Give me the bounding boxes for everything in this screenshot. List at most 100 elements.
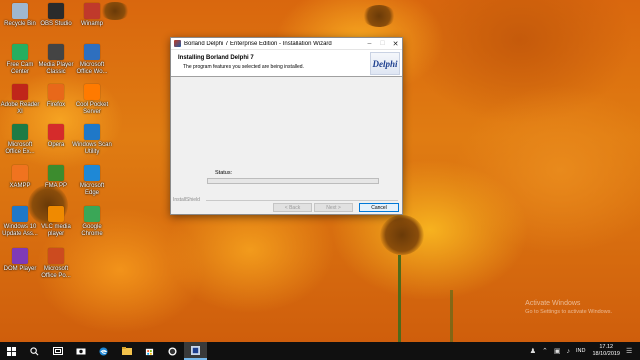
desktop-app-icon bbox=[84, 3, 100, 19]
desktop-icon[interactable]: Adobe Reader XI bbox=[0, 84, 40, 116]
desktop-icon[interactable]: Free Cam Center bbox=[0, 44, 40, 76]
header-banner: Installing Borland Delphi 7 The program … bbox=[171, 50, 402, 77]
desktop-icon-label: FMA PP bbox=[44, 183, 67, 189]
task-view-icon[interactable] bbox=[46, 342, 69, 360]
desktop-app-icon bbox=[48, 165, 64, 181]
desktop-icon[interactable]: Firefox bbox=[36, 84, 76, 109]
desktop-app-icon bbox=[12, 44, 28, 60]
installer-body: Status: bbox=[171, 77, 402, 200]
flower-stem bbox=[398, 255, 401, 342]
desktop-icon[interactable]: Microsoft Office Ex... bbox=[0, 124, 40, 156]
desktop-icon-label: Microsoft Office Ex... bbox=[5, 142, 35, 155]
install-heading: Installing Borland Delphi 7 bbox=[178, 55, 254, 61]
desktop-icon[interactable]: Opera bbox=[36, 124, 76, 149]
desktop-app-icon bbox=[12, 165, 28, 181]
desktop-icon[interactable]: Windows Scan Utility bbox=[72, 124, 112, 156]
desktop-icon-label: DOM Player bbox=[3, 266, 37, 272]
desktop-app-icon bbox=[12, 3, 28, 19]
search-icon[interactable] bbox=[23, 342, 46, 360]
next-button[interactable]: Next > bbox=[314, 203, 353, 212]
desktop-app-icon bbox=[12, 206, 28, 222]
installshield-brand: InstallShield bbox=[173, 197, 201, 203]
desktop-icon[interactable]: Microsoft Office Po... bbox=[36, 248, 76, 280]
desktop-app-icon bbox=[12, 124, 28, 140]
desktop-icon-label: Opera bbox=[47, 142, 65, 148]
desktop-icon[interactable]: VLC media player bbox=[36, 206, 76, 238]
desktop-icon-label: Microsoft Office Wo... bbox=[76, 62, 108, 75]
minimize-button[interactable]: – bbox=[363, 38, 376, 50]
app-icon bbox=[174, 40, 181, 47]
desktop-app-icon bbox=[84, 84, 100, 100]
desktop-icon-label: Cool Pocket Server bbox=[75, 102, 109, 115]
desktop-icon[interactable]: XAMPP bbox=[0, 165, 40, 190]
cancel-button[interactable]: Cancel bbox=[359, 203, 399, 212]
back-button[interactable]: < Back bbox=[273, 203, 312, 212]
flower-center bbox=[380, 215, 424, 255]
notification-icon[interactable]: ☰ bbox=[626, 347, 636, 355]
language-indicator[interactable]: IND bbox=[576, 348, 585, 354]
chevron-up-icon[interactable]: ⌃ bbox=[542, 347, 548, 355]
desktop-app-icon bbox=[84, 44, 100, 60]
close-button[interactable]: ✕ bbox=[389, 38, 402, 50]
title-bar[interactable]: Borland Delphi 7 Enterprise Edition - In… bbox=[171, 38, 402, 50]
window-title: Borland Delphi 7 Enterprise Edition - In… bbox=[184, 40, 332, 47]
activation-title: Activate Windows bbox=[525, 300, 581, 307]
desktop-app-icon bbox=[84, 165, 100, 181]
desktop-app-icon bbox=[84, 206, 100, 222]
desktop-icon[interactable]: Microsoft Edge bbox=[72, 165, 112, 197]
maximize-button[interactable]: □ bbox=[376, 38, 389, 50]
edge-icon[interactable] bbox=[92, 342, 115, 360]
desktop-icon-label: Microsoft Edge bbox=[79, 183, 105, 196]
activation-hint: Go to Settings to activate Windows. bbox=[525, 309, 612, 315]
desktop-app-icon bbox=[48, 248, 64, 264]
desktop-icon[interactable]: OBS Studio bbox=[36, 3, 76, 28]
desktop-app-icon bbox=[12, 248, 28, 264]
network-icon[interactable]: ▣ bbox=[554, 347, 561, 355]
clock-time: 17.12 bbox=[599, 344, 614, 350]
file-explorer-icon[interactable] bbox=[115, 342, 138, 360]
desktop-icon[interactable]: Recycle Bin bbox=[0, 3, 40, 28]
desktop-app-icon bbox=[12, 84, 28, 100]
desktop-icon-label: VLC media player bbox=[41, 224, 71, 237]
dialog-footer: InstallShield < Back Next > Cancel bbox=[171, 197, 402, 214]
desktop-app-icon bbox=[48, 84, 64, 100]
obs-taskbar-icon[interactable] bbox=[161, 342, 184, 360]
desktop-icon-label: Firefox bbox=[46, 102, 66, 108]
desktop-icon[interactable]: Google Chrome bbox=[72, 206, 112, 238]
desktop-icon[interactable]: Winamp bbox=[72, 3, 112, 28]
clock-date: 18/10/2019 bbox=[592, 351, 620, 357]
desktop-icon[interactable]: DOM Player bbox=[0, 248, 40, 273]
delphi-installer-taskbar-icon[interactable] bbox=[184, 342, 207, 360]
desktop-icon[interactable]: FMA PP bbox=[36, 165, 76, 190]
windows-start-icon[interactable] bbox=[0, 342, 23, 360]
desktop-icon[interactable]: Windows 10 Update Ass... bbox=[0, 206, 40, 238]
people-icon[interactable]: ♟ bbox=[530, 347, 536, 355]
status-label: Status: bbox=[215, 170, 233, 176]
progress-bar bbox=[207, 178, 379, 184]
desktop-icon-label: Recycle Bin bbox=[4, 21, 36, 27]
flower-center bbox=[362, 5, 396, 27]
brand-divider bbox=[206, 200, 398, 201]
flower-stem bbox=[450, 290, 453, 342]
desktop-app-icon bbox=[48, 124, 64, 140]
desktop-icon[interactable]: Media Player Classic bbox=[36, 44, 76, 76]
store-icon[interactable] bbox=[138, 342, 161, 360]
desktop-app-icon bbox=[84, 124, 100, 140]
desktop-icon[interactable]: Microsoft Office Wo... bbox=[72, 44, 112, 76]
installer-window: Borland Delphi 7 Enterprise Edition - In… bbox=[170, 37, 403, 215]
desktop-icon-label: OBS Studio bbox=[40, 21, 72, 27]
system-tray: ♟ ⌃ ▣ ♪ IND 17.12 18/10/2019 ☰ bbox=[527, 342, 640, 360]
camera-app-icon[interactable] bbox=[69, 342, 92, 360]
desktop-icon-label: Windows 10 Update Ass... bbox=[2, 224, 38, 237]
delphi-logo-text: Delphi bbox=[372, 58, 398, 69]
install-description: The program features you selected are be… bbox=[183, 64, 304, 70]
clock[interactable]: 17.12 18/10/2019 bbox=[592, 344, 620, 358]
desktop-icon-label: Google Chrome bbox=[81, 224, 103, 237]
volume-icon[interactable]: ♪ bbox=[566, 348, 570, 355]
desktop-icon-label: XAMPP bbox=[9, 183, 31, 189]
desktop-app-icon bbox=[48, 3, 64, 19]
desktop-icon[interactable]: Cool Pocket Server bbox=[72, 84, 112, 116]
taskbar: ♟ ⌃ ▣ ♪ IND 17.12 18/10/2019 ☰ bbox=[0, 342, 640, 360]
activation-watermark: Activate Windows Go to Settings to activ… bbox=[525, 300, 612, 316]
delphi-logo: Delphi bbox=[370, 52, 400, 75]
